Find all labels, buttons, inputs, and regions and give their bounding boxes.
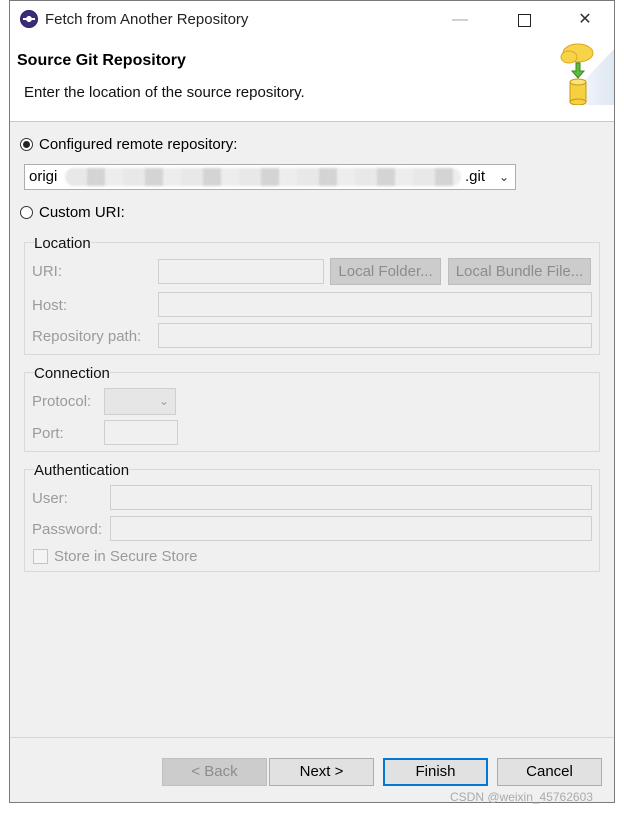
background-app-right (615, 0, 624, 813)
repository-path-label: Repository path: (32, 328, 142, 345)
eclipse-logo-icon (20, 10, 38, 28)
cloud-download-database-icon (560, 43, 614, 105)
wizard-content: Configured remote repository: origi .git… (10, 122, 614, 736)
authentication-group-title: Authentication (34, 462, 130, 479)
maximize-icon[interactable] (501, 7, 547, 35)
watermark: CSDN @weixin_45762603 (450, 790, 593, 804)
close-icon[interactable]: ✕ (562, 7, 608, 35)
configured-remote-option[interactable]: Configured remote repository: (20, 136, 237, 153)
remote-value-end: .git (465, 168, 486, 185)
dialog-window: Fetch from Another Repository — ✕ Source… (9, 0, 615, 803)
minimize-icon[interactable]: — (437, 7, 483, 35)
location-group: Location URI: Local Folder... Local Bund… (24, 235, 600, 355)
store-secure-option[interactable]: Store in Secure Store (33, 548, 197, 565)
store-secure-label: Store in Secure Store (54, 548, 198, 565)
background-app-left (0, 0, 9, 813)
page-description: Enter the location of the source reposit… (24, 84, 305, 101)
host-input[interactable] (158, 292, 592, 317)
repository-path-input[interactable] (158, 323, 592, 348)
local-bundle-file-button[interactable]: Local Bundle File... (448, 258, 591, 285)
title-bar[interactable]: Fetch from Another Repository — ✕ (10, 1, 614, 39)
back-button[interactable]: < Back (162, 758, 267, 786)
connection-group-title: Connection (34, 365, 110, 382)
user-input[interactable] (110, 485, 592, 510)
port-label: Port: (32, 425, 64, 442)
next-button[interactable]: Next > (269, 758, 374, 786)
connection-group: Connection Protocol: ⌄ Port: (24, 365, 600, 452)
uri-label: URI: (32, 263, 62, 280)
store-secure-checkbox[interactable] (33, 549, 48, 564)
finish-button[interactable]: Finish (383, 758, 488, 786)
password-label: Password: (32, 521, 103, 538)
local-folder-button[interactable]: Local Folder... (330, 258, 441, 285)
configured-remote-label: Configured remote repository: (39, 136, 238, 153)
port-input[interactable] (104, 420, 178, 445)
page-title: Source Git Repository (17, 52, 186, 69)
location-group-title: Location (34, 235, 91, 252)
custom-uri-radio[interactable] (20, 206, 33, 219)
chevron-down-icon: ⌄ (158, 394, 169, 408)
uri-input[interactable] (158, 259, 324, 284)
authentication-group: Authentication User: Password: Store in … (24, 462, 600, 572)
cancel-button[interactable]: Cancel (497, 758, 602, 786)
protocol-select[interactable]: ⌄ (104, 388, 176, 415)
wizard-header: Source Git Repository Enter the location… (10, 39, 614, 122)
protocol-label: Protocol: (32, 393, 92, 410)
configured-remote-radio[interactable] (20, 138, 33, 151)
host-label: Host: (32, 297, 68, 314)
chevron-down-icon[interactable]: ⌄ (499, 165, 509, 189)
custom-uri-option[interactable]: Custom URI: (20, 204, 125, 221)
remote-value-start: origi (29, 168, 58, 185)
window-title: Fetch from Another Repository (45, 11, 249, 28)
remote-repository-select[interactable]: origi .git ⌄ (24, 164, 516, 190)
custom-uri-label: Custom URI: (39, 204, 125, 221)
redacted-remote-url (65, 168, 461, 186)
user-label: User: (32, 490, 68, 507)
password-input[interactable] (110, 516, 592, 541)
